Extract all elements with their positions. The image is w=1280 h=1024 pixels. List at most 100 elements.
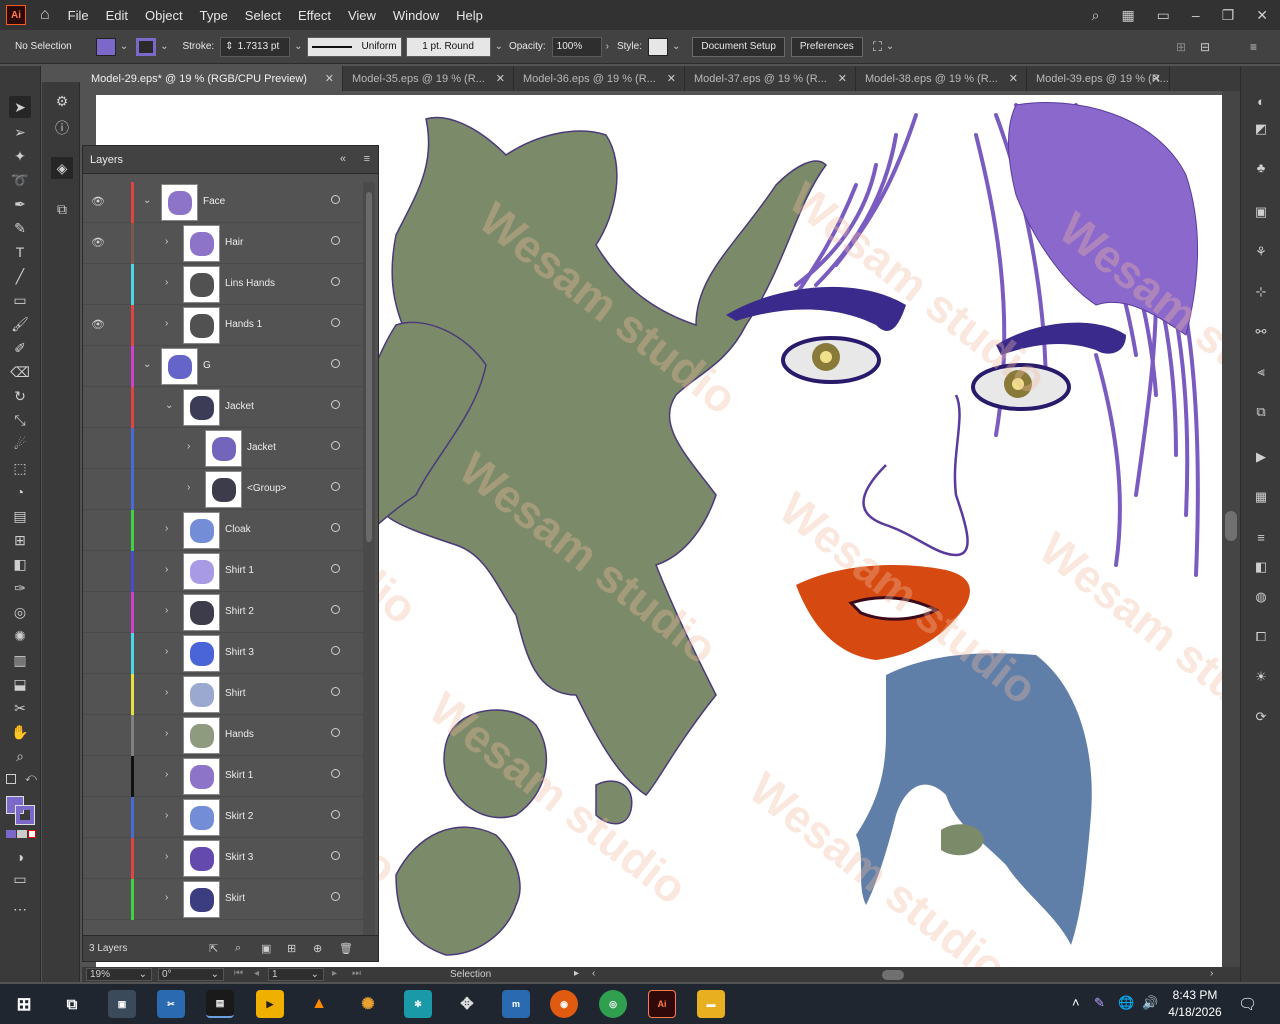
- collapse-chevron-icon[interactable]: ⌄: [165, 400, 173, 411]
- gradient-tool-icon[interactable]: ◧: [9, 553, 31, 575]
- close-tab-icon[interactable]: ✕: [496, 72, 505, 85]
- pen-tray-icon[interactable]: ✎: [1094, 995, 1105, 1011]
- graph-tool-icon[interactable]: ▥: [9, 649, 31, 671]
- expand-chevron-icon[interactable]: ›: [165, 564, 168, 575]
- collapse-panel-icon[interactable]: «: [340, 153, 346, 165]
- first-artboard-icon[interactable]: ⏮: [234, 968, 243, 979]
- rotation-field[interactable]: 0° ⌄: [158, 968, 224, 981]
- layer-name[interactable]: Hands: [225, 729, 254, 740]
- layer-row[interactable]: › Skirt 3: [83, 838, 363, 879]
- layer-target-icon[interactable]: [331, 810, 340, 819]
- lasso-tool-icon[interactable]: ➰: [9, 169, 31, 191]
- menu-effect[interactable]: Effect: [298, 8, 331, 23]
- layer-row[interactable]: › Cloak: [83, 510, 363, 551]
- layer-target-icon[interactable]: [331, 318, 340, 327]
- layer-name[interactable]: Skirt 2: [225, 811, 253, 822]
- layer-row[interactable]: › Jacket: [83, 428, 363, 469]
- layer-row[interactable]: › Skirt 1: [83, 756, 363, 797]
- menu-select[interactable]: Select: [245, 8, 281, 23]
- camtasia-icon[interactable]: ▤: [206, 990, 234, 1018]
- minimize-icon[interactable]: –: [1192, 7, 1200, 23]
- color-mode-icon[interactable]: [6, 830, 16, 838]
- zoom-field[interactable]: 19% ⌄: [86, 968, 152, 981]
- expand-chevron-icon[interactable]: ›: [165, 810, 168, 821]
- layer-target-icon[interactable]: [331, 564, 340, 573]
- visibility-eye-icon[interactable]: 👁: [91, 236, 105, 249]
- layer-target-icon[interactable]: [331, 646, 340, 655]
- menu-object[interactable]: Object: [145, 8, 183, 23]
- layers-panel-icon[interactable]: ◈: [51, 157, 73, 179]
- firefox-icon[interactable]: ◉: [550, 990, 578, 1018]
- navigator-panel-icon[interactable]: ▦: [1250, 486, 1272, 508]
- layer-target-icon[interactable]: [331, 728, 340, 737]
- arrange-icon[interactable]: ⛶: [873, 39, 882, 55]
- scrollbar-thumb[interactable]: [1225, 511, 1237, 541]
- layer-target-icon[interactable]: [331, 523, 340, 532]
- transform-icon[interactable]: ⊟: [1200, 40, 1210, 54]
- canvas-vertical-scrollbar[interactable]: [1222, 91, 1240, 967]
- layer-target-icon[interactable]: [331, 482, 340, 491]
- more-tools-icon[interactable]: ⋯: [9, 898, 31, 920]
- gradient-panel-icon[interactable]: ◩: [1250, 118, 1272, 140]
- shape-builder-tool-icon[interactable]: ◔: [9, 481, 31, 503]
- fill-swatch[interactable]: [95, 37, 116, 56]
- expand-chevron-icon[interactable]: ›: [165, 687, 168, 698]
- layer-target-icon[interactable]: [331, 236, 340, 245]
- scale-tool-icon[interactable]: ⤡: [9, 409, 31, 431]
- blend-tool-icon[interactable]: ◎: [9, 601, 31, 623]
- stroke-swatch[interactable]: [136, 37, 157, 56]
- scroll-left-icon[interactable]: ‹: [592, 968, 595, 979]
- new-sublayer-icon[interactable]: ⊞: [287, 942, 296, 955]
- expand-chevron-icon[interactable]: ›: [165, 523, 168, 534]
- scroll-right-icon[interactable]: ›: [1210, 968, 1213, 979]
- stroke-stepper-icon[interactable]: ⇕: [225, 41, 233, 52]
- layer-name[interactable]: Shirt 2: [225, 606, 254, 617]
- menu-edit[interactable]: Edit: [106, 8, 128, 23]
- expand-chevron-icon[interactable]: ›: [187, 441, 190, 452]
- libraries-panel-icon[interactable]: ⟳: [1250, 706, 1272, 728]
- stroke-weight-dropdown-icon[interactable]: ⌄: [294, 41, 302, 52]
- panel-menu-icon[interactable]: ≡: [1250, 40, 1257, 54]
- layer-row[interactable]: › Skirt 2: [83, 797, 363, 838]
- tab-model-29[interactable]: Model-29.eps* @ 19 % (RGB/CPU Preview) ✕: [82, 66, 343, 91]
- restore-icon[interactable]: ❐: [1222, 7, 1235, 24]
- layer-target-icon[interactable]: [331, 441, 340, 450]
- nose-line[interactable]: [862, 394, 969, 557]
- opacity-arrow-icon[interactable]: ›: [606, 41, 609, 52]
- menu-view[interactable]: View: [348, 8, 376, 23]
- close-tab-icon[interactable]: ✕: [667, 72, 676, 85]
- layer-name[interactable]: Skirt: [225, 893, 245, 904]
- layer-target-icon[interactable]: [331, 400, 340, 409]
- visibility-eye-icon[interactable]: 👁: [91, 195, 105, 208]
- layer-row[interactable]: › Lins Hands: [83, 264, 363, 305]
- volume-tray-icon[interactable]: 🔊: [1142, 995, 1158, 1011]
- layer-name[interactable]: Jacket: [247, 442, 276, 453]
- arrange-dropdown-icon[interactable]: ⌄: [886, 41, 894, 52]
- vlc-icon[interactable]: ▲: [305, 990, 333, 1018]
- layer-name[interactable]: Cloak: [225, 524, 251, 535]
- vmware-player-icon[interactable]: ▶: [256, 990, 284, 1018]
- layer-row[interactable]: › Shirt: [83, 674, 363, 715]
- default-colors-icon[interactable]: [6, 774, 16, 784]
- preferences-button[interactable]: Preferences: [790, 36, 863, 57]
- expand-chevron-icon[interactable]: ›: [165, 728, 168, 739]
- layer-name[interactable]: Jacket: [225, 401, 254, 412]
- stroke-swatch-dropdown-icon[interactable]: ⌄: [160, 41, 168, 52]
- zoom-tool-icon[interactable]: ⌕: [9, 745, 31, 767]
- perspective-grid-tool-icon[interactable]: ▤: [9, 505, 31, 527]
- properties-panel-icon[interactable]: ⚙: [51, 90, 73, 112]
- layers-panel-menu-icon[interactable]: ≡: [364, 153, 370, 165]
- expand-chevron-icon[interactable]: ›: [187, 482, 190, 493]
- brush-definition[interactable]: 1 pt. Round: [405, 36, 491, 57]
- wolf-app-icon[interactable]: ✺: [354, 990, 382, 1018]
- rotate-tool-icon[interactable]: ↻: [9, 385, 31, 407]
- magic-wand-tool-icon[interactable]: ✦: [9, 145, 31, 167]
- align-icon[interactable]: ⊞: [1176, 40, 1186, 54]
- clipping-mask-icon[interactable]: ▣: [261, 942, 271, 955]
- layer-name[interactable]: Hands 1: [225, 319, 262, 330]
- rectangle-tool-icon[interactable]: ▭: [9, 289, 31, 311]
- layer-row[interactable]: 👁 ⌄ Face: [83, 182, 363, 223]
- hand-tool-icon[interactable]: ✋: [9, 721, 31, 743]
- expand-chevron-icon[interactable]: ›: [165, 769, 168, 780]
- curvature-tool-icon[interactable]: ✎: [9, 217, 31, 239]
